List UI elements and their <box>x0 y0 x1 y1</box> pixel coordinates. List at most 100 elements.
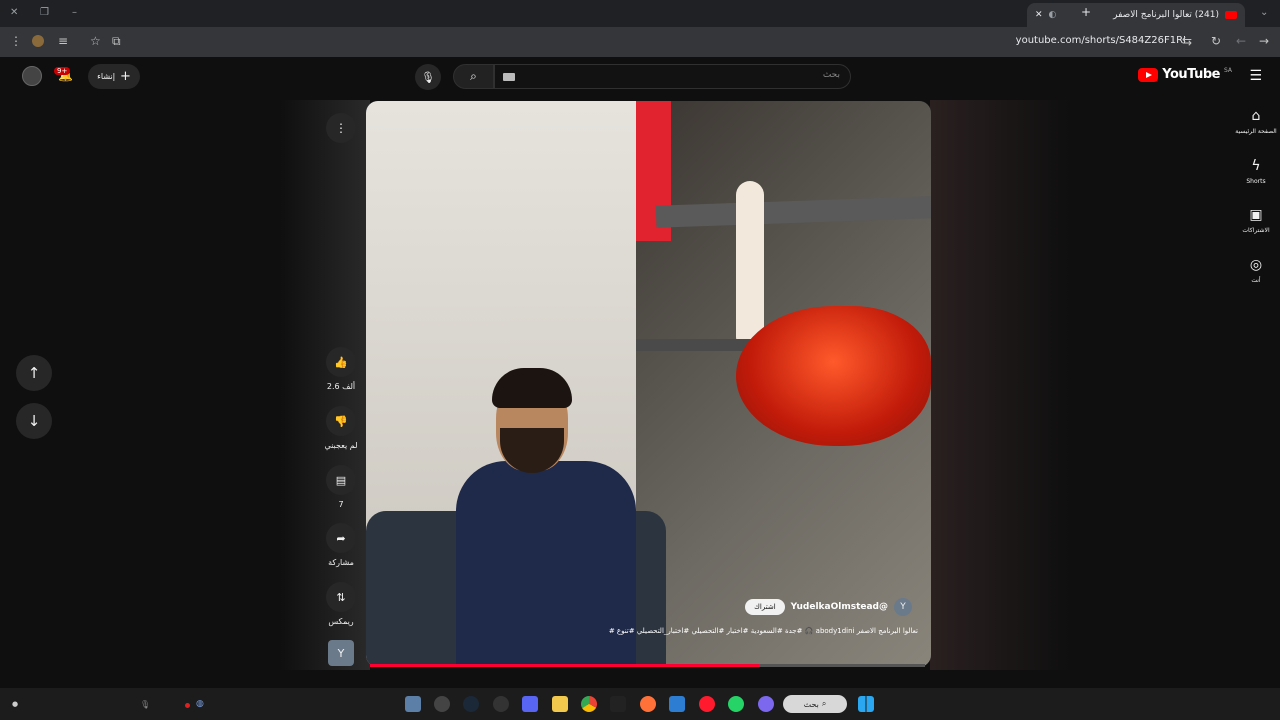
remix-label: ريمكس <box>328 617 354 626</box>
channel-avatar[interactable]: Y <box>894 598 912 616</box>
reading-list-icon[interactable]: ≡ <box>58 34 68 48</box>
keyboard-icon[interactable] <box>503 73 515 81</box>
short-video-player[interactable] <box>366 101 931 667</box>
remix-action: ⇅ ريمكس <box>326 582 356 626</box>
thumbs-down-icon: 👎 <box>334 414 348 428</box>
browser-tab[interactable]: (241) تعالوا البرنامج الاصفر ◐ ✕ <box>1027 3 1245 27</box>
sidebar-item-label: أنت <box>1251 277 1261 284</box>
youtube-logo[interactable]: YouTube SA <box>1138 67 1232 82</box>
dislike-button[interactable]: 👎 <box>326 406 356 436</box>
sound-channel-thumbnail[interactable]: Y <box>328 640 354 666</box>
sidebar-item-label: الصفحة الرئيسية <box>1235 128 1277 135</box>
video-scene-person <box>456 366 636 667</box>
progress-fill <box>370 664 759 667</box>
new-tab-icon[interactable]: + <box>1081 5 1091 19</box>
like-button[interactable]: 👍 <box>326 347 356 377</box>
comment-icon: ▤ <box>335 473 347 487</box>
previous-short-button[interactable]: ↑ <box>16 355 52 391</box>
you-icon: ◎ <box>1249 257 1263 273</box>
youtube-favicon-icon <box>1225 11 1237 19</box>
comments-button[interactable]: ▤ <box>326 465 356 495</box>
tab-list-icon[interactable]: ⌄ <box>1260 7 1268 18</box>
like-action: 👍 2.6 ألف <box>326 347 356 391</box>
network-tray-icon[interactable]: ◍ <box>196 699 204 709</box>
url-text[interactable]: youtube.com/shorts/S484Z26F1RI <box>1016 35 1186 46</box>
site-settings-icon[interactable]: ⇆ <box>1182 34 1192 48</box>
opera-app-icon[interactable] <box>699 696 715 712</box>
steam-app-icon[interactable] <box>434 696 450 712</box>
microphone-tray-icon[interactable]: 🎙 <box>140 700 150 709</box>
close-window-icon[interactable]: ✕ <box>10 7 18 18</box>
forward-icon[interactable]: ← <box>1236 34 1246 48</box>
video-description[interactable]: تعالوا البرنامج الاصفر abody1dini 🎧 #جدة… <box>598 625 918 637</box>
comments-action: ▤ 7 <box>326 465 356 509</box>
capture-app-icon[interactable] <box>493 696 509 712</box>
mute-tab-icon[interactable]: ◐ <box>1049 10 1057 20</box>
cast-icon[interactable]: ⧉ <box>112 34 121 49</box>
steam-client-icon[interactable] <box>463 696 479 712</box>
share-button[interactable]: ➦ <box>326 523 356 553</box>
thumbs-up-icon: 👍 <box>334 355 348 369</box>
dislike-action: 👎 لم يعجبني <box>324 406 358 450</box>
video-scene-molten-glass <box>736 181 764 351</box>
taskbar-search-button[interactable]: بحث ⌕ <box>783 695 847 713</box>
ambient-glow-right <box>930 100 1070 670</box>
remix-button[interactable]: ⇅ <box>326 582 356 612</box>
restore-window-icon[interactable]: ❐ <box>40 7 49 18</box>
next-short-button[interactable]: ↓ <box>16 403 52 439</box>
minimize-window-icon[interactable]: – <box>72 7 77 18</box>
arrow-down-icon: ↓ <box>27 412 41 430</box>
account-avatar[interactable] <box>22 66 42 86</box>
firefox-app-icon[interactable] <box>640 696 656 712</box>
search-input[interactable]: بحث <box>494 64 851 89</box>
subscribe-button[interactable]: اشتراك <box>745 599 785 615</box>
chrome-app-icon[interactable] <box>581 696 597 712</box>
sidebar-item-label: Shorts <box>1246 178 1266 185</box>
youtube-play-icon <box>1138 67 1159 82</box>
channel-info: Y @YudelkaOlmstead اشتراك <box>745 598 912 616</box>
create-button[interactable]: إنشاء + <box>88 64 140 89</box>
shorts-icon: ϟ <box>1251 158 1261 174</box>
sidebar-item-shorts[interactable]: ϟ Shorts <box>1232 158 1280 185</box>
create-label: إنشاء <box>97 72 115 81</box>
back-icon[interactable]: → <box>1259 34 1269 48</box>
dislike-label: لم يعجبني <box>324 441 358 450</box>
profile-avatar[interactable] <box>32 35 44 47</box>
chat-app-icon[interactable] <box>758 696 774 712</box>
share-label: مشاركة <box>328 558 354 567</box>
sidebar-item-you[interactable]: ◎ أنت <box>1232 257 1280 284</box>
terminal-app-icon[interactable] <box>610 696 626 712</box>
hamburger-menu-icon[interactable]: ☰ <box>1249 68 1262 84</box>
browser-menu-icon[interactable]: ⋮ <box>10 34 22 48</box>
search-icon: ⌕ <box>821 699 827 708</box>
like-count: 2.6 ألف <box>326 382 356 391</box>
bookmark-star-icon[interactable]: ☆ <box>90 34 101 48</box>
file-explorer-icon[interactable] <box>552 696 568 712</box>
more-options-button[interactable]: ⋮ <box>326 113 356 143</box>
sidebar-item-home[interactable]: ⌂ الصفحة الرئيسية <box>1232 108 1280 135</box>
photos-app-icon[interactable] <box>405 696 421 712</box>
subscriptions-icon: ▣ <box>1249 207 1263 223</box>
widgets-icon[interactable]: ● <box>12 700 18 708</box>
person-hair <box>492 368 572 408</box>
search-button[interactable]: ⌕ <box>453 64 494 89</box>
comment-count: 7 <box>338 500 344 509</box>
remix-icon: ⇅ <box>336 590 346 604</box>
store-app-icon[interactable] <box>669 696 685 712</box>
microphone-icon: 🎙 <box>421 70 435 84</box>
notification-badge: 9+ <box>54 67 71 75</box>
search-icon: ⌕ <box>470 69 477 83</box>
more-vertical-icon: ⋮ <box>335 121 347 135</box>
start-menu-icon[interactable] <box>858 696 874 712</box>
close-tab-icon[interactable]: ✕ <box>1035 10 1043 20</box>
channel-handle[interactable]: @YudelkaOlmstead <box>791 602 888 612</box>
voice-search-button[interactable]: 🎙 <box>415 64 441 90</box>
plus-icon: + <box>119 69 131 84</box>
home-icon: ⌂ <box>1251 108 1261 124</box>
sidebar-item-subscriptions[interactable]: ▣ الاشتراكات <box>1232 207 1280 234</box>
reload-icon[interactable]: ↻ <box>1211 34 1221 48</box>
discord-app-icon[interactable] <box>522 696 538 712</box>
whatsapp-app-icon[interactable] <box>728 696 744 712</box>
region-code: SA <box>1223 67 1232 74</box>
arrow-up-icon: ↑ <box>27 364 41 382</box>
